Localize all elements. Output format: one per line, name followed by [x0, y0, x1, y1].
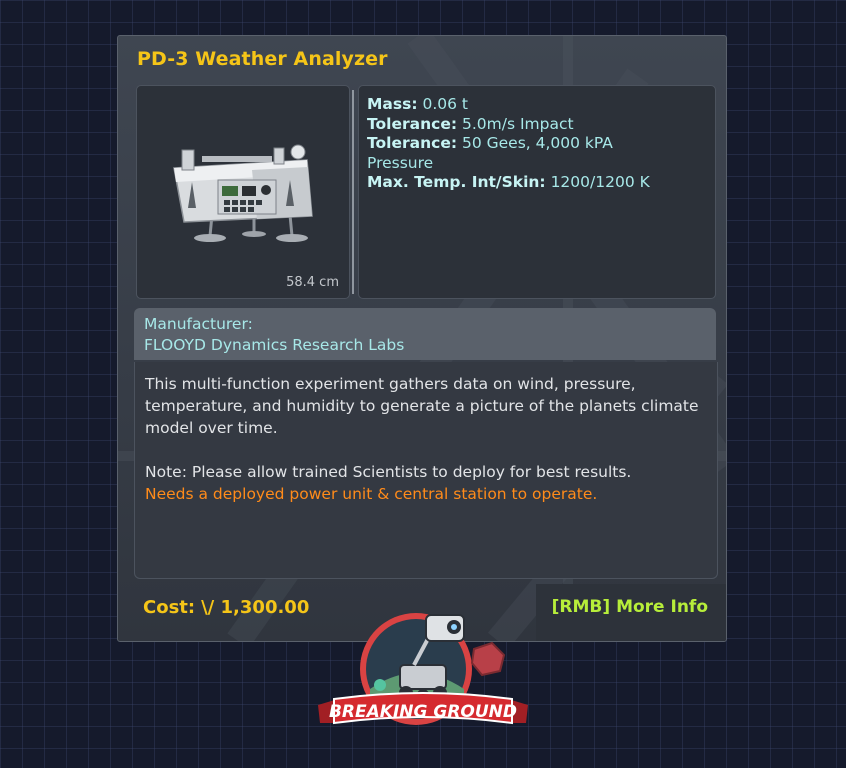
cost-value: 1,300.00 — [220, 597, 310, 618]
stat-g-tolerance: Tolerance: 50 Gees, 4,000 kPA Pressure — [367, 134, 613, 172]
stat-impact-tolerance: Tolerance: 5.0m/s Impact — [367, 114, 574, 133]
logo-text: BREAKING GROUND — [329, 702, 517, 722]
more-info-button[interactable]: [RMB] More Info — [536, 584, 726, 641]
part-size-label: 58.4 cm — [286, 275, 339, 290]
cost: Cost: \/ 1,300.00 — [143, 597, 309, 618]
funds-icon: \/ — [201, 597, 215, 618]
description-text: This multi-function experiment gathers d… — [145, 375, 699, 437]
warning-text: Needs a deployed power unit & central st… — [145, 485, 598, 503]
stats-panel: Mass: 0.06 t Tolerance: 5.0m/s Impact To… — [358, 85, 716, 299]
part-thumbnail-icon — [173, 144, 313, 242]
part-thumbnail-panel: 58.4 cm — [136, 85, 354, 299]
part-tooltip: PD-3 Weather Analyzer 58.4 cm Mass: 0.06… — [117, 35, 727, 642]
stat-max-temp: Max. Temp. Int/Skin: 1200/1200 K — [367, 173, 650, 191]
cost-label: Cost: — [143, 597, 196, 618]
more-info-label: [RMB] More Info — [551, 597, 708, 617]
breaking-ground-logo-icon: BREAKING GROUND — [318, 613, 528, 725]
manufacturer-name: FLOOYD Dynamics Research Labs — [144, 336, 405, 354]
description-panel: This multi-function experiment gathers d… — [134, 362, 718, 579]
stats-list: Mass: 0.06 t Tolerance: 5.0m/s Impact To… — [367, 95, 667, 193]
manufacturer-label: Manufacturer: — [144, 315, 253, 333]
part-title: PD-3 Weather Analyzer — [137, 48, 388, 70]
manufacturer-header: Manufacturer: FLOOYD Dynamics Research L… — [134, 308, 716, 360]
note-text: Note: Please allow trained Scientists to… — [145, 463, 632, 481]
thumbnail-divider — [352, 90, 354, 294]
stat-mass: Mass: 0.06 t — [367, 95, 469, 113]
